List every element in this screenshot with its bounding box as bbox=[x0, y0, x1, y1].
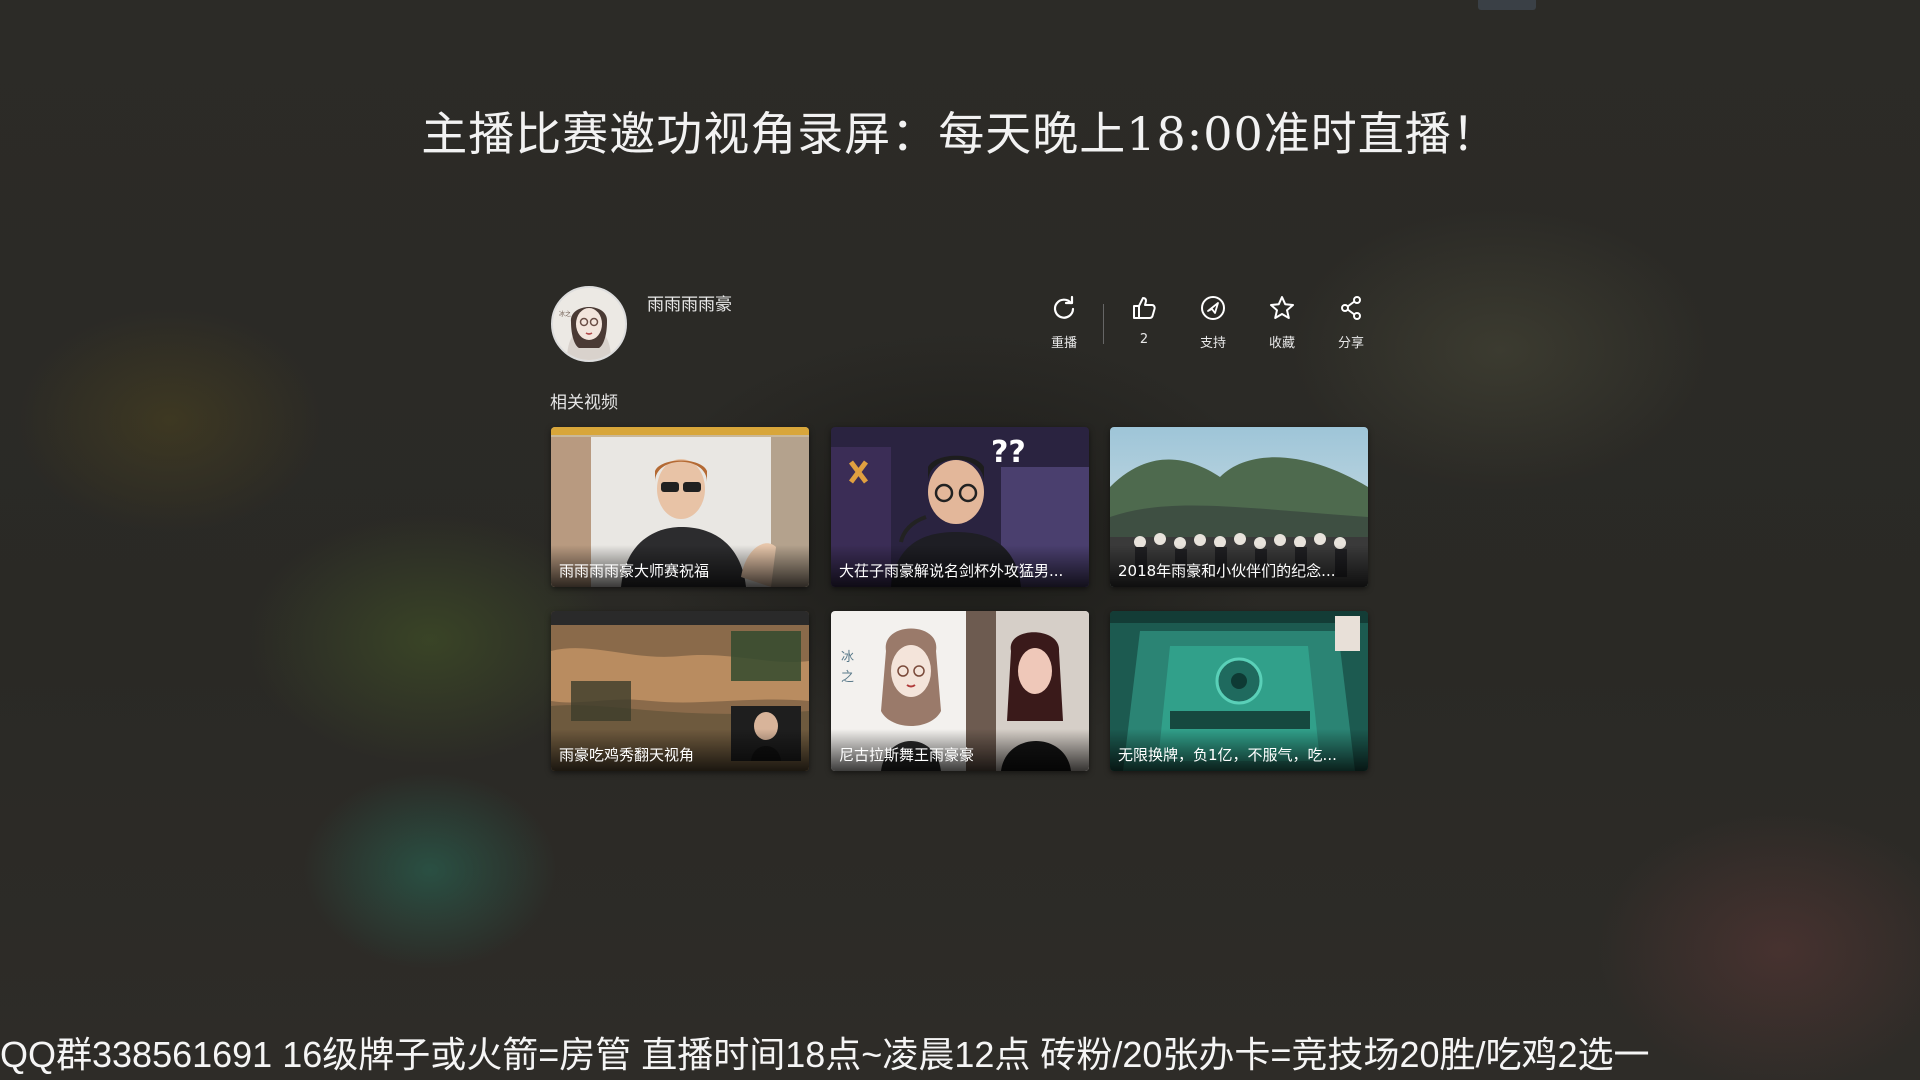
related-video-card[interactable]: ?? 大茌子雨豪解说名剑杯外攻猛男... bbox=[831, 427, 1089, 587]
video-caption: 无限换牌，负1亿，不服气，吃... bbox=[1118, 746, 1337, 764]
star-icon bbox=[1270, 296, 1294, 319]
thumbs-up-icon bbox=[1133, 297, 1156, 319]
favorite-button[interactable]: 收藏 bbox=[1252, 294, 1312, 351]
related-videos-grid: 雨雨雨雨豪大师赛祝福 ?? 大茌子雨豪解说名剑杯外攻猛男... 2018年雨豪和… bbox=[551, 427, 1369, 773]
author-name[interactable]: 雨雨雨雨豪 bbox=[647, 290, 732, 315]
replay-button[interactable]: 重播 bbox=[1034, 294, 1094, 351]
related-video-card[interactable]: 雨雨雨雨豪大师赛祝福 bbox=[551, 427, 809, 587]
related-video-card[interactable]: 雨豪吃鸡秀翻天视角 bbox=[551, 611, 809, 771]
action-separator bbox=[1103, 304, 1104, 344]
video-caption: 雨雨雨雨豪大师赛祝福 bbox=[559, 562, 710, 580]
svg-text:之: 之 bbox=[841, 670, 854, 685]
replay-label: 重播 bbox=[1050, 336, 1077, 351]
author-avatar[interactable]: 冰之 bbox=[551, 286, 627, 362]
related-video-card[interactable]: 冰 之 尼古拉斯舞王雨豪豪 bbox=[831, 611, 1089, 771]
related-videos-title: 相关视频 bbox=[550, 393, 618, 413]
favorite-label: 收藏 bbox=[1268, 336, 1295, 351]
headline-overlay: 主播比赛邀功视角录屏：每天晚上18:00准时直播！ bbox=[421, 107, 1499, 161]
share-label: 分享 bbox=[1337, 336, 1364, 351]
like-button[interactable]: 2 bbox=[1114, 294, 1174, 347]
video-caption: 尼古拉斯舞王雨豪豪 bbox=[839, 746, 975, 764]
support-label: 支持 bbox=[1199, 336, 1226, 351]
svg-text:冰: 冰 bbox=[841, 650, 854, 665]
share-icon bbox=[1341, 296, 1361, 320]
share-button[interactable]: 分享 bbox=[1321, 294, 1381, 351]
support-button[interactable]: 支持 bbox=[1183, 294, 1243, 351]
video-caption: 大茌子雨豪解说名剑杯外攻猛男... bbox=[839, 562, 1064, 580]
video-end-screen: 主播比赛邀功视角录屏：每天晚上18:00准时直播！ 冰之 雨雨雨雨豪 重播 2 … bbox=[0, 0, 1920, 1080]
related-video-card[interactable]: 2018年雨豪和小伙伴们的纪念... bbox=[1110, 427, 1368, 587]
like-count: 2 bbox=[1139, 332, 1149, 347]
top-toolbar-stub bbox=[1478, 0, 1536, 10]
svg-text:??: ?? bbox=[991, 435, 1026, 470]
related-video-card[interactable]: 无限换牌，负1亿，不服气，吃... bbox=[1110, 611, 1368, 771]
support-icon bbox=[1201, 296, 1225, 320]
svg-text:冰之: 冰之 bbox=[559, 310, 571, 318]
video-caption: 2018年雨豪和小伙伴们的纪念... bbox=[1118, 562, 1336, 580]
replay-icon bbox=[1053, 295, 1075, 319]
scrolling-ticker: QQ群338561691 16级牌子或火箭=房管 直播时间18点~凌晨12点 砖… bbox=[0, 1034, 1650, 1075]
video-caption: 雨豪吃鸡秀翻天视角 bbox=[559, 746, 695, 764]
